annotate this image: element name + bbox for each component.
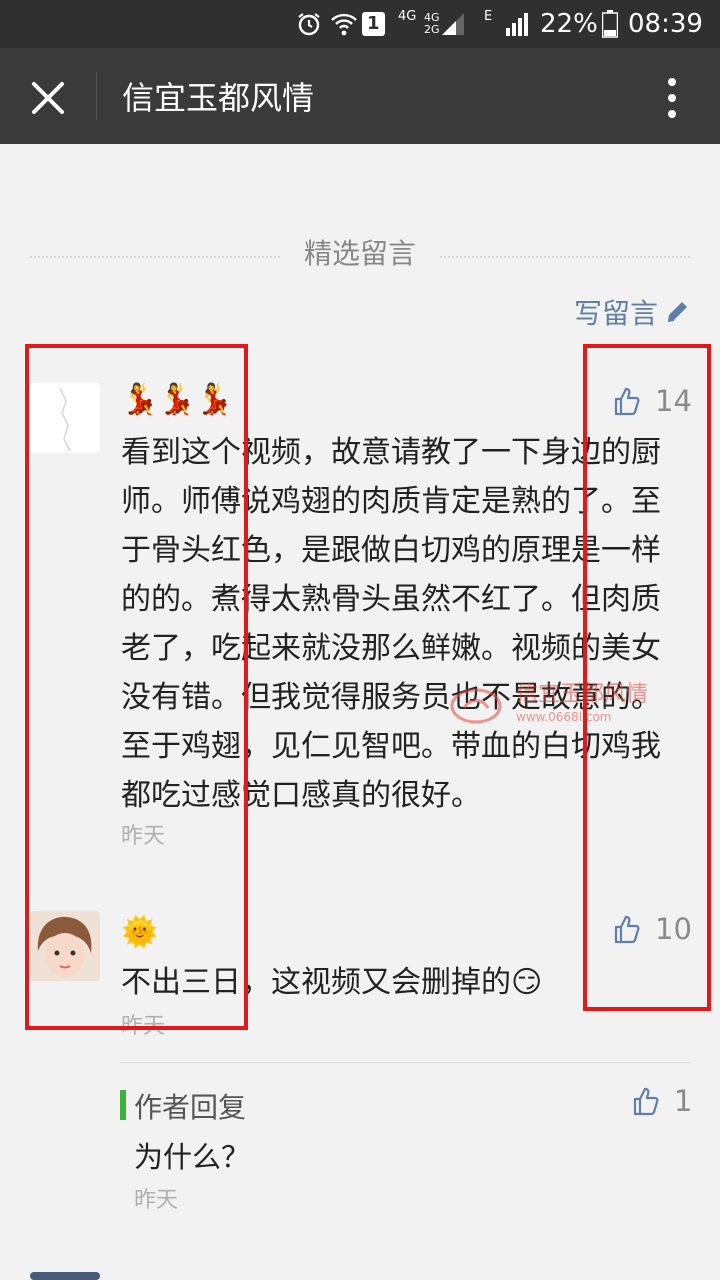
watermark-logo-icon [450, 688, 502, 724]
status-bar: 1 4G 4G 2G E 22% 08:39 [0, 0, 720, 48]
battery-percent: 22% [540, 9, 598, 39]
clock: 08:39 [628, 9, 703, 39]
like-button[interactable]: 1 [632, 1084, 692, 1118]
reply-time: 昨天 [134, 1188, 179, 1213]
divider-line [440, 256, 690, 258]
reply-divider [120, 1062, 690, 1063]
nav-bar: 信宜玉都风情 [0, 48, 720, 144]
reply-text: 为什么？ [134, 1140, 251, 1174]
page-title: 信宜玉都风情 [122, 79, 315, 117]
alarm-icon [296, 0, 322, 48]
highlight-box-left [25, 344, 248, 1030]
write-comment-label: 写留言 [573, 297, 658, 330]
thumb-up-icon [633, 1087, 659, 1116]
reply-label: 作者回复 [134, 1091, 247, 1124]
pencil-icon [667, 302, 687, 322]
nav-divider [96, 72, 97, 120]
write-comment-button[interactable]: 写留言 [574, 292, 690, 332]
section-title: 精选留言 [303, 237, 416, 270]
like-count: 1 [674, 1084, 693, 1118]
sim-badge: 1 [362, 0, 385, 48]
wifi-icon [330, 0, 358, 48]
highlight-box-right [583, 344, 711, 1011]
dual-signal-icon: 4G 2G [424, 0, 464, 48]
signal-type: E [484, 8, 493, 24]
close-icon[interactable] [22, 72, 74, 124]
signal-type: 4G [398, 8, 417, 24]
signal-icon [506, 0, 532, 48]
signal-type: 2G [424, 23, 440, 36]
reply-accent-bar [120, 1090, 126, 1120]
more-icon[interactable] [660, 74, 684, 122]
avatar[interactable] [30, 1272, 100, 1280]
battery-icon [602, 0, 618, 48]
